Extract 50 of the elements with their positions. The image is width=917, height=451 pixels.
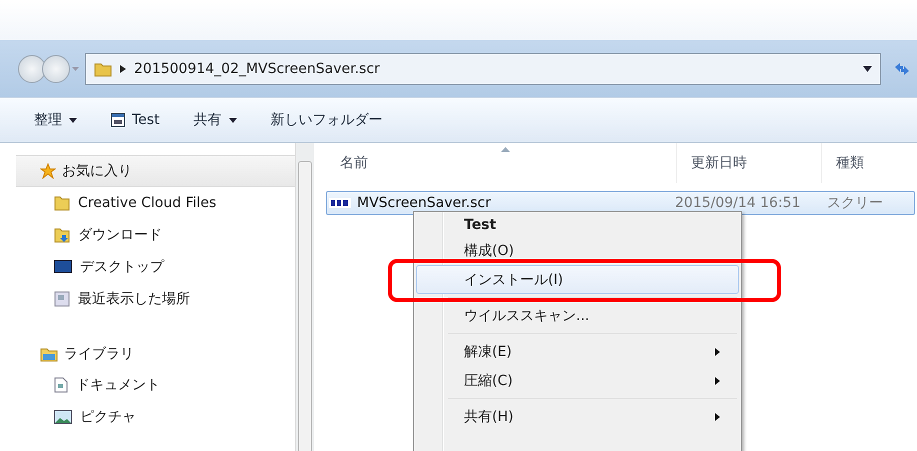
file-name: MVScreenSaver.scr — [357, 195, 491, 211]
column-header[interactable]: 名前 — [326, 143, 677, 183]
sidebar-item[interactable]: Creative Cloud Files — [0, 187, 295, 219]
modified-date: 2015/09/14 16:51 — [675, 195, 800, 211]
menu-item[interactable]: 共有(H) — [416, 402, 739, 431]
sidebar-item[interactable]: デスクトップ — [0, 251, 295, 283]
column-header[interactable]: 種類 — [822, 143, 916, 183]
recent-places-icon — [54, 291, 70, 307]
sidebar-item[interactable]: ダウンロード — [0, 219, 295, 251]
sort-arrow-icon — [501, 147, 510, 152]
document-icon — [54, 377, 68, 393]
file-type: スクリー — [827, 195, 883, 211]
address-path: 201500914_02_MVScreenSaver.scr — [134, 60, 380, 76]
submenu-arrow-icon — [715, 412, 720, 420]
toolbar-button[interactable]: 整理 — [28, 107, 83, 133]
caret-icon — [228, 118, 237, 122]
file-icon — [329, 198, 351, 208]
dropdown-caret-icon[interactable] — [863, 66, 872, 72]
menu-item[interactable]: 圧縮(C) — [416, 366, 739, 395]
menu-item[interactable]: 構成(O) — [416, 236, 739, 265]
toolbar-button[interactable]: 新しいフォルダー — [264, 107, 389, 133]
picture-icon — [54, 410, 72, 424]
folder-icon — [94, 60, 112, 76]
monitor-icon — [54, 260, 72, 274]
toolbar-button[interactable]: 共有 — [188, 107, 243, 133]
library-folder-icon — [40, 346, 58, 362]
folder-icon — [54, 195, 70, 211]
submenu-arrow-icon — [715, 348, 720, 356]
menu-item[interactable]: ウイルススキャン... — [416, 301, 739, 330]
column-header[interactable]: 更新日時 — [677, 143, 822, 183]
back-forward-buttons[interactable] — [18, 54, 79, 82]
address-bar[interactable]: 201500914_02_MVScreenSaver.scr — [85, 52, 881, 84]
refresh-icon[interactable] — [893, 60, 911, 76]
sidebar-group-header[interactable]: お気に入り — [16, 155, 295, 187]
file-row[interactable]: MVScreenSaver.scr 2015/09/14 16:51 スクリー — [326, 191, 915, 215]
menu-item[interactable]: インストール(I) — [416, 265, 739, 294]
sidebar-item[interactable]: ドキュメント — [0, 369, 295, 401]
toolbar-button[interactable]: Test — [105, 108, 166, 132]
star-icon — [40, 163, 56, 179]
submenu-arrow-icon — [715, 376, 720, 384]
download-folder-icon — [54, 227, 70, 243]
menu-item[interactable]: Test — [416, 214, 739, 236]
chevron-icon — [120, 64, 126, 72]
caret-icon — [69, 118, 77, 122]
sidebar-group-header[interactable]: ライブラリ — [0, 339, 295, 369]
window-icon — [111, 113, 125, 127]
sidebar-item[interactable]: 最近表示した場所 — [0, 283, 295, 315]
menu-item[interactable]: 解凍(E) — [416, 337, 739, 366]
sidebar-item[interactable]: ピクチャ — [0, 401, 295, 433]
scrollbar[interactable] — [295, 143, 314, 451]
